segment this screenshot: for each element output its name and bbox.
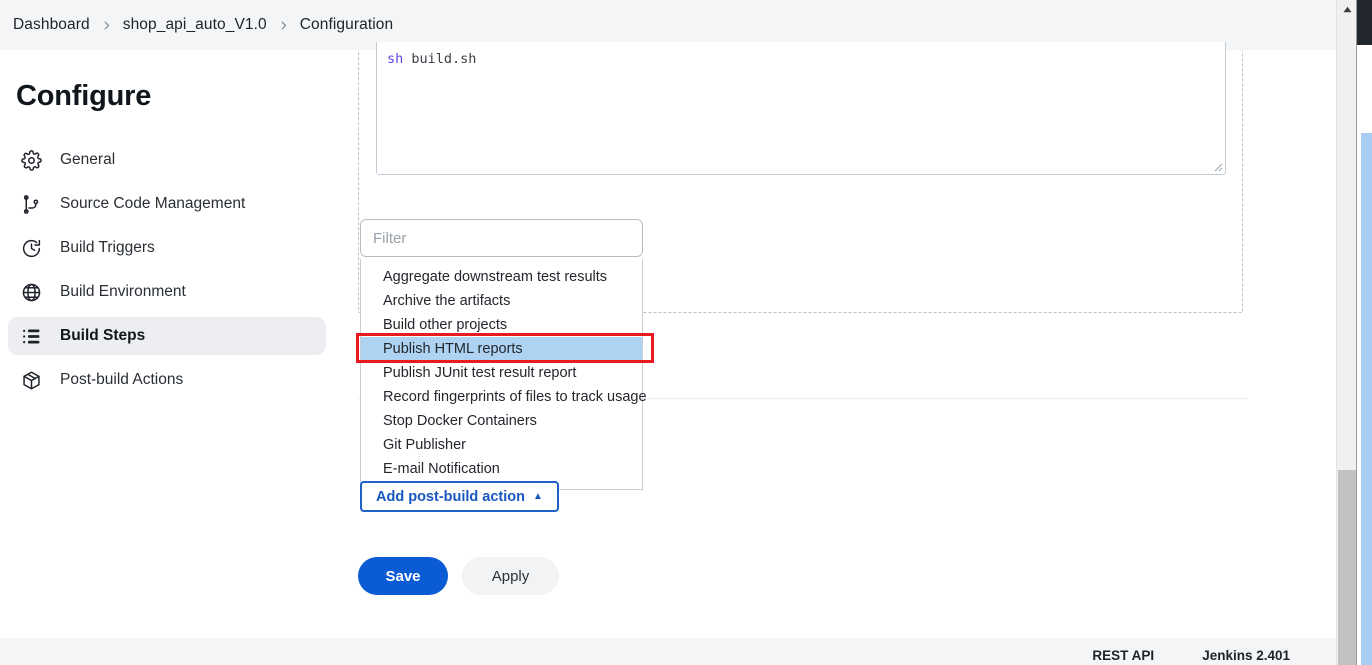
option-item[interactable]: Build other projects [361, 313, 642, 337]
code-line: sh build.sh [387, 50, 476, 68]
add-post-build-action-button[interactable]: Add post-build action ▲ [360, 481, 559, 512]
sidebar-item-label: Source Code Management [60, 195, 246, 212]
chevron-right-icon [97, 20, 116, 31]
chevron-right-icon [274, 20, 293, 31]
sidebar-item-label: Build Steps [60, 327, 146, 344]
gear-icon [18, 147, 44, 173]
page-scrollbar[interactable] [1336, 0, 1356, 665]
option-item[interactable]: Archive the artifacts [361, 289, 642, 313]
page-title: Configure [16, 80, 152, 112]
option-item-publish-html-reports[interactable]: Publish HTML reports [356, 333, 654, 363]
command-code-editor[interactable]: sh build.sh [376, 42, 1226, 175]
scrollbar-thumb[interactable] [1338, 470, 1356, 665]
sidebar-item-source-code-management[interactable]: Source Code Management [8, 185, 326, 223]
browser-edge-strip [1356, 0, 1372, 665]
jenkins-version-label: Jenkins 2.401 [1202, 648, 1290, 663]
scroll-up-arrow-icon[interactable] [1337, 3, 1357, 15]
sidebar-item-label: Post-build Actions [60, 371, 184, 388]
save-button[interactable]: Save [358, 557, 448, 595]
clock-icon [18, 235, 44, 261]
sidebar-item-build-environment[interactable]: Build Environment [8, 273, 326, 311]
highlight-annotation-box [356, 333, 654, 363]
code-text: build.sh [403, 51, 477, 67]
list-icon [18, 323, 44, 349]
add-post-build-action-label: Add post-build action [376, 488, 526, 505]
main-content: sh build.sh Aggregate downstream test re… [340, 42, 1336, 638]
browser-edge-dark-block [1357, 0, 1372, 45]
breadcrumb-item-dashboard[interactable]: Dashboard [6, 13, 97, 37]
git-branch-icon [18, 191, 44, 217]
option-item[interactable]: Aggregate downstream test results [361, 265, 642, 289]
code-keyword: sh [387, 51, 404, 67]
sidebar-item-label: General [60, 151, 116, 168]
breadcrumb-item-project[interactable]: shop_api_auto_V1.0 [116, 13, 274, 37]
rest-api-link[interactable]: REST API [1092, 648, 1154, 663]
globe-icon [18, 279, 44, 305]
post-build-action-dropdown: Aggregate downstream test results Archiv… [356, 219, 654, 490]
footer: REST API Jenkins 2.401 [0, 638, 1336, 665]
footer-links: REST API Jenkins 2.401 [1092, 648, 1290, 663]
browser-edge-blue-block [1361, 133, 1372, 665]
apply-button[interactable]: Apply [462, 557, 559, 595]
caret-up-icon: ▲ [533, 490, 543, 502]
sidebar-item-label: Build Triggers [60, 239, 155, 256]
breadcrumb-item-configuration[interactable]: Configuration [293, 13, 401, 37]
filter-input[interactable] [360, 219, 643, 257]
sidebar-item-build-steps[interactable]: Build Steps [8, 317, 326, 355]
option-item[interactable]: Git Publisher [361, 433, 642, 457]
package-icon [18, 367, 44, 393]
sidebar-nav: General Source Code Management Build Tri… [0, 141, 340, 399]
option-item[interactable]: Publish JUnit test result report [361, 361, 642, 385]
form-actions: Save Apply [358, 557, 559, 595]
option-item[interactable]: E-mail Notification [361, 457, 642, 481]
sidebar-item-label: Build Environment [60, 283, 186, 300]
jenkins-configure-page: Dashboard shop_api_auto_V1.0 Configurati… [0, 0, 1372, 665]
code-gutter [377, 42, 381, 174]
resize-grip-icon[interactable] [1211, 160, 1223, 172]
sidebar-item-general[interactable]: General [8, 141, 326, 179]
sidebar-item-build-triggers[interactable]: Build Triggers [8, 229, 326, 267]
sidebar-item-post-build-actions[interactable]: Post-build Actions [8, 361, 326, 399]
sidebar: Configure General Source Code Management… [0, 50, 340, 638]
option-item[interactable]: Stop Docker Containers [361, 409, 642, 433]
option-list: Aggregate downstream test results Archiv… [356, 259, 654, 490]
option-item[interactable]: Record fingerprints of files to track us… [361, 385, 647, 409]
